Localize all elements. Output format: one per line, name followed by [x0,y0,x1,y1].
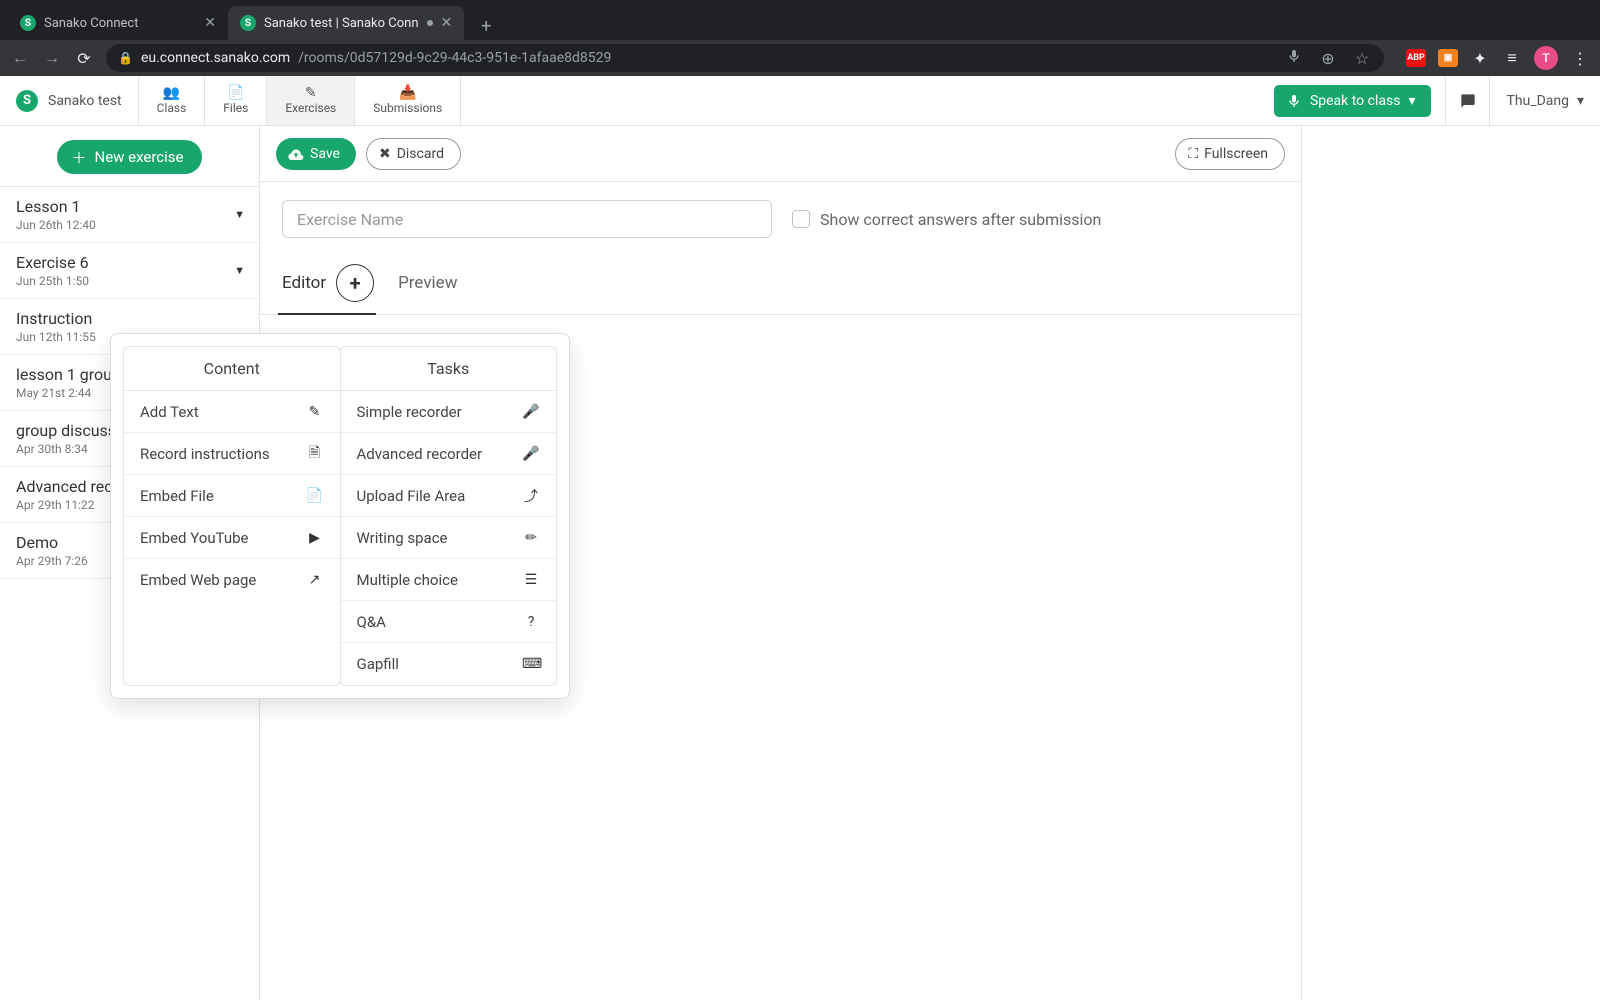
plus-icon: ＋ [71,147,86,168]
checkbox-icon[interactable] [792,210,810,228]
url-host: eu.connect.sanako.com [141,50,290,66]
exercise-item[interactable]: Exercise 6Jun 25th 1:50 ▼ [0,243,259,299]
fullscreen-icon: ⛶ [1188,146,1198,162]
question-icon: ? [522,614,540,630]
tab-close-icon[interactable]: ✕ [441,15,453,31]
menu-qa[interactable]: Q&A? [341,601,557,643]
upload-icon: ⤴ [522,486,540,506]
exercise-item[interactable]: Lesson 1Jun 26th 12:40 ▼ [0,187,259,243]
mic-icon: 🎤 [522,446,540,462]
keyboard-icon: ⌨ [522,656,540,672]
brand-logo-icon: S [16,90,38,112]
tab-unsaved-dot-icon [427,20,433,26]
chevron-down-icon: ▾ [1408,93,1415,109]
audio-file-icon: 🗎 [306,442,324,466]
people-icon: 👥 [163,86,180,100]
editor-tabs: Editor + Preview [260,254,1301,315]
save-button[interactable]: Save [276,138,356,170]
star-icon[interactable]: ☆ [1352,49,1372,68]
chat-button[interactable] [1445,76,1489,125]
nav-submissions[interactable]: 📥 Submissions [355,76,461,125]
column-header: Content [124,347,340,391]
inbox-icon: 📥 [399,86,416,100]
tab-editor[interactable]: Editor + [282,254,374,314]
add-component-button[interactable]: + [336,264,374,302]
address-bar[interactable]: 🔒 eu.connect.sanako.com/rooms/0d57129d-9… [106,44,1384,72]
menu-upload-file-area[interactable]: Upload File Area⤴ [341,475,557,517]
file-icon: 📄 [227,86,244,100]
exercise-name-input[interactable] [282,200,772,238]
menu-gapfill[interactable]: Gapfill⌨ [341,643,557,685]
fullscreen-button[interactable]: ⛶ Fullscreen [1175,138,1285,170]
browser-tab[interactable]: S Sanako Connect ✕ [8,6,228,40]
close-icon: ✖ [379,146,391,162]
tab-favicon: S [20,15,36,31]
external-link-icon: ↗ [306,572,324,588]
menu-record-instructions[interactable]: Record instructions🗎 [124,433,340,475]
browser-tabstrip: S Sanako Connect ✕ S Sanako test | Sanak… [0,0,1600,40]
extensions-puzzle-icon[interactable]: ✦ [1470,49,1490,68]
tab-underline [278,313,376,315]
add-component-menu: Content Add Text✎ Record instructions🗎 E… [110,333,570,699]
user-menu[interactable]: Thu_Dang ▾ [1489,76,1600,125]
menu-multiple-choice[interactable]: Multiple choice☰ [341,559,557,601]
new-tab-button[interactable]: + [472,12,500,40]
new-exercise-button[interactable]: ＋ New exercise [57,140,201,174]
media-control-icon[interactable]: ≡ [1502,48,1522,68]
edit-icon: ✎ [306,404,324,420]
column-header: Tasks [341,347,557,391]
reload-icon[interactable]: ⟳ [74,49,94,68]
back-icon[interactable]: ← [10,48,30,68]
nav-exercises[interactable]: ✎ Exercises [267,76,355,125]
browser-tab-active[interactable]: S Sanako test | Sanako Conn ✕ [228,6,464,40]
content-column: Content Add Text✎ Record instructions🗎 E… [123,346,341,686]
file-icon: 📄 [306,488,324,504]
menu-simple-recorder[interactable]: Simple recorder🎤 [341,391,557,433]
menu-writing-space[interactable]: Writing space✏ [341,517,557,559]
kebab-menu-icon[interactable]: ⋮ [1570,49,1590,68]
url-path: /rooms/0d57129d-9c29-44c3-951e-1afaae8d8… [298,50,611,66]
menu-advanced-recorder[interactable]: Advanced recorder🎤 [341,433,557,475]
lock-icon: 🔒 [118,51,133,65]
nav-files[interactable]: 📄 Files [205,76,267,125]
tab-close-icon[interactable]: ✕ [204,15,216,31]
profile-avatar[interactable]: T [1534,46,1558,70]
tasks-column: Tasks Simple recorder🎤 Advanced recorder… [340,346,558,686]
menu-embed-file[interactable]: Embed File📄 [124,475,340,517]
brand-cell[interactable]: S Sanako test [0,76,139,125]
list-icon: ☰ [522,572,540,588]
menu-embed-youtube[interactable]: Embed YouTube▶ [124,517,340,559]
tab-favicon: S [240,15,256,31]
extension-abp-icon[interactable]: ABP [1406,49,1426,67]
menu-add-text[interactable]: Add Text✎ [124,391,340,433]
edit-icon: ✎ [305,86,317,100]
chevron-down-icon[interactable]: ▼ [234,208,245,221]
tab-title: Sanako test | Sanako Conn [264,16,419,31]
app-topbar: S Sanako test 👥 Class 📄 Files ✎ Exercise… [0,76,1600,126]
chevron-down-icon: ▾ [1577,93,1584,109]
chevron-down-icon[interactable]: ▼ [234,264,245,277]
brand-name: Sanako test [48,93,122,109]
menu-embed-webpage[interactable]: Embed Web page↗ [124,559,340,601]
show-correct-checkbox[interactable]: Show correct answers after submission [792,210,1101,229]
mic-icon[interactable] [1284,48,1304,68]
plus-circle-icon[interactable]: ⊕ [1318,49,1338,68]
tab-preview[interactable]: Preview [398,263,457,305]
forward-icon[interactable]: → [42,48,62,68]
browser-toolbar: ← → ⟳ 🔒 eu.connect.sanako.com/rooms/0d57… [0,40,1600,76]
discard-button[interactable]: ✖ Discard [366,138,461,170]
youtube-icon: ▶ [306,530,324,546]
editor-toolbar: Save ✖ Discard ⛶ Fullscreen [260,126,1301,182]
extension-icon[interactable]: ▣ [1438,49,1458,67]
pencil-icon: ✏ [522,530,540,546]
speak-to-class-button[interactable]: Speak to class ▾ [1274,85,1432,117]
tab-title: Sanako Connect [44,16,196,31]
mic-icon: 🎤 [522,404,540,420]
nav-class[interactable]: 👥 Class [139,76,206,125]
